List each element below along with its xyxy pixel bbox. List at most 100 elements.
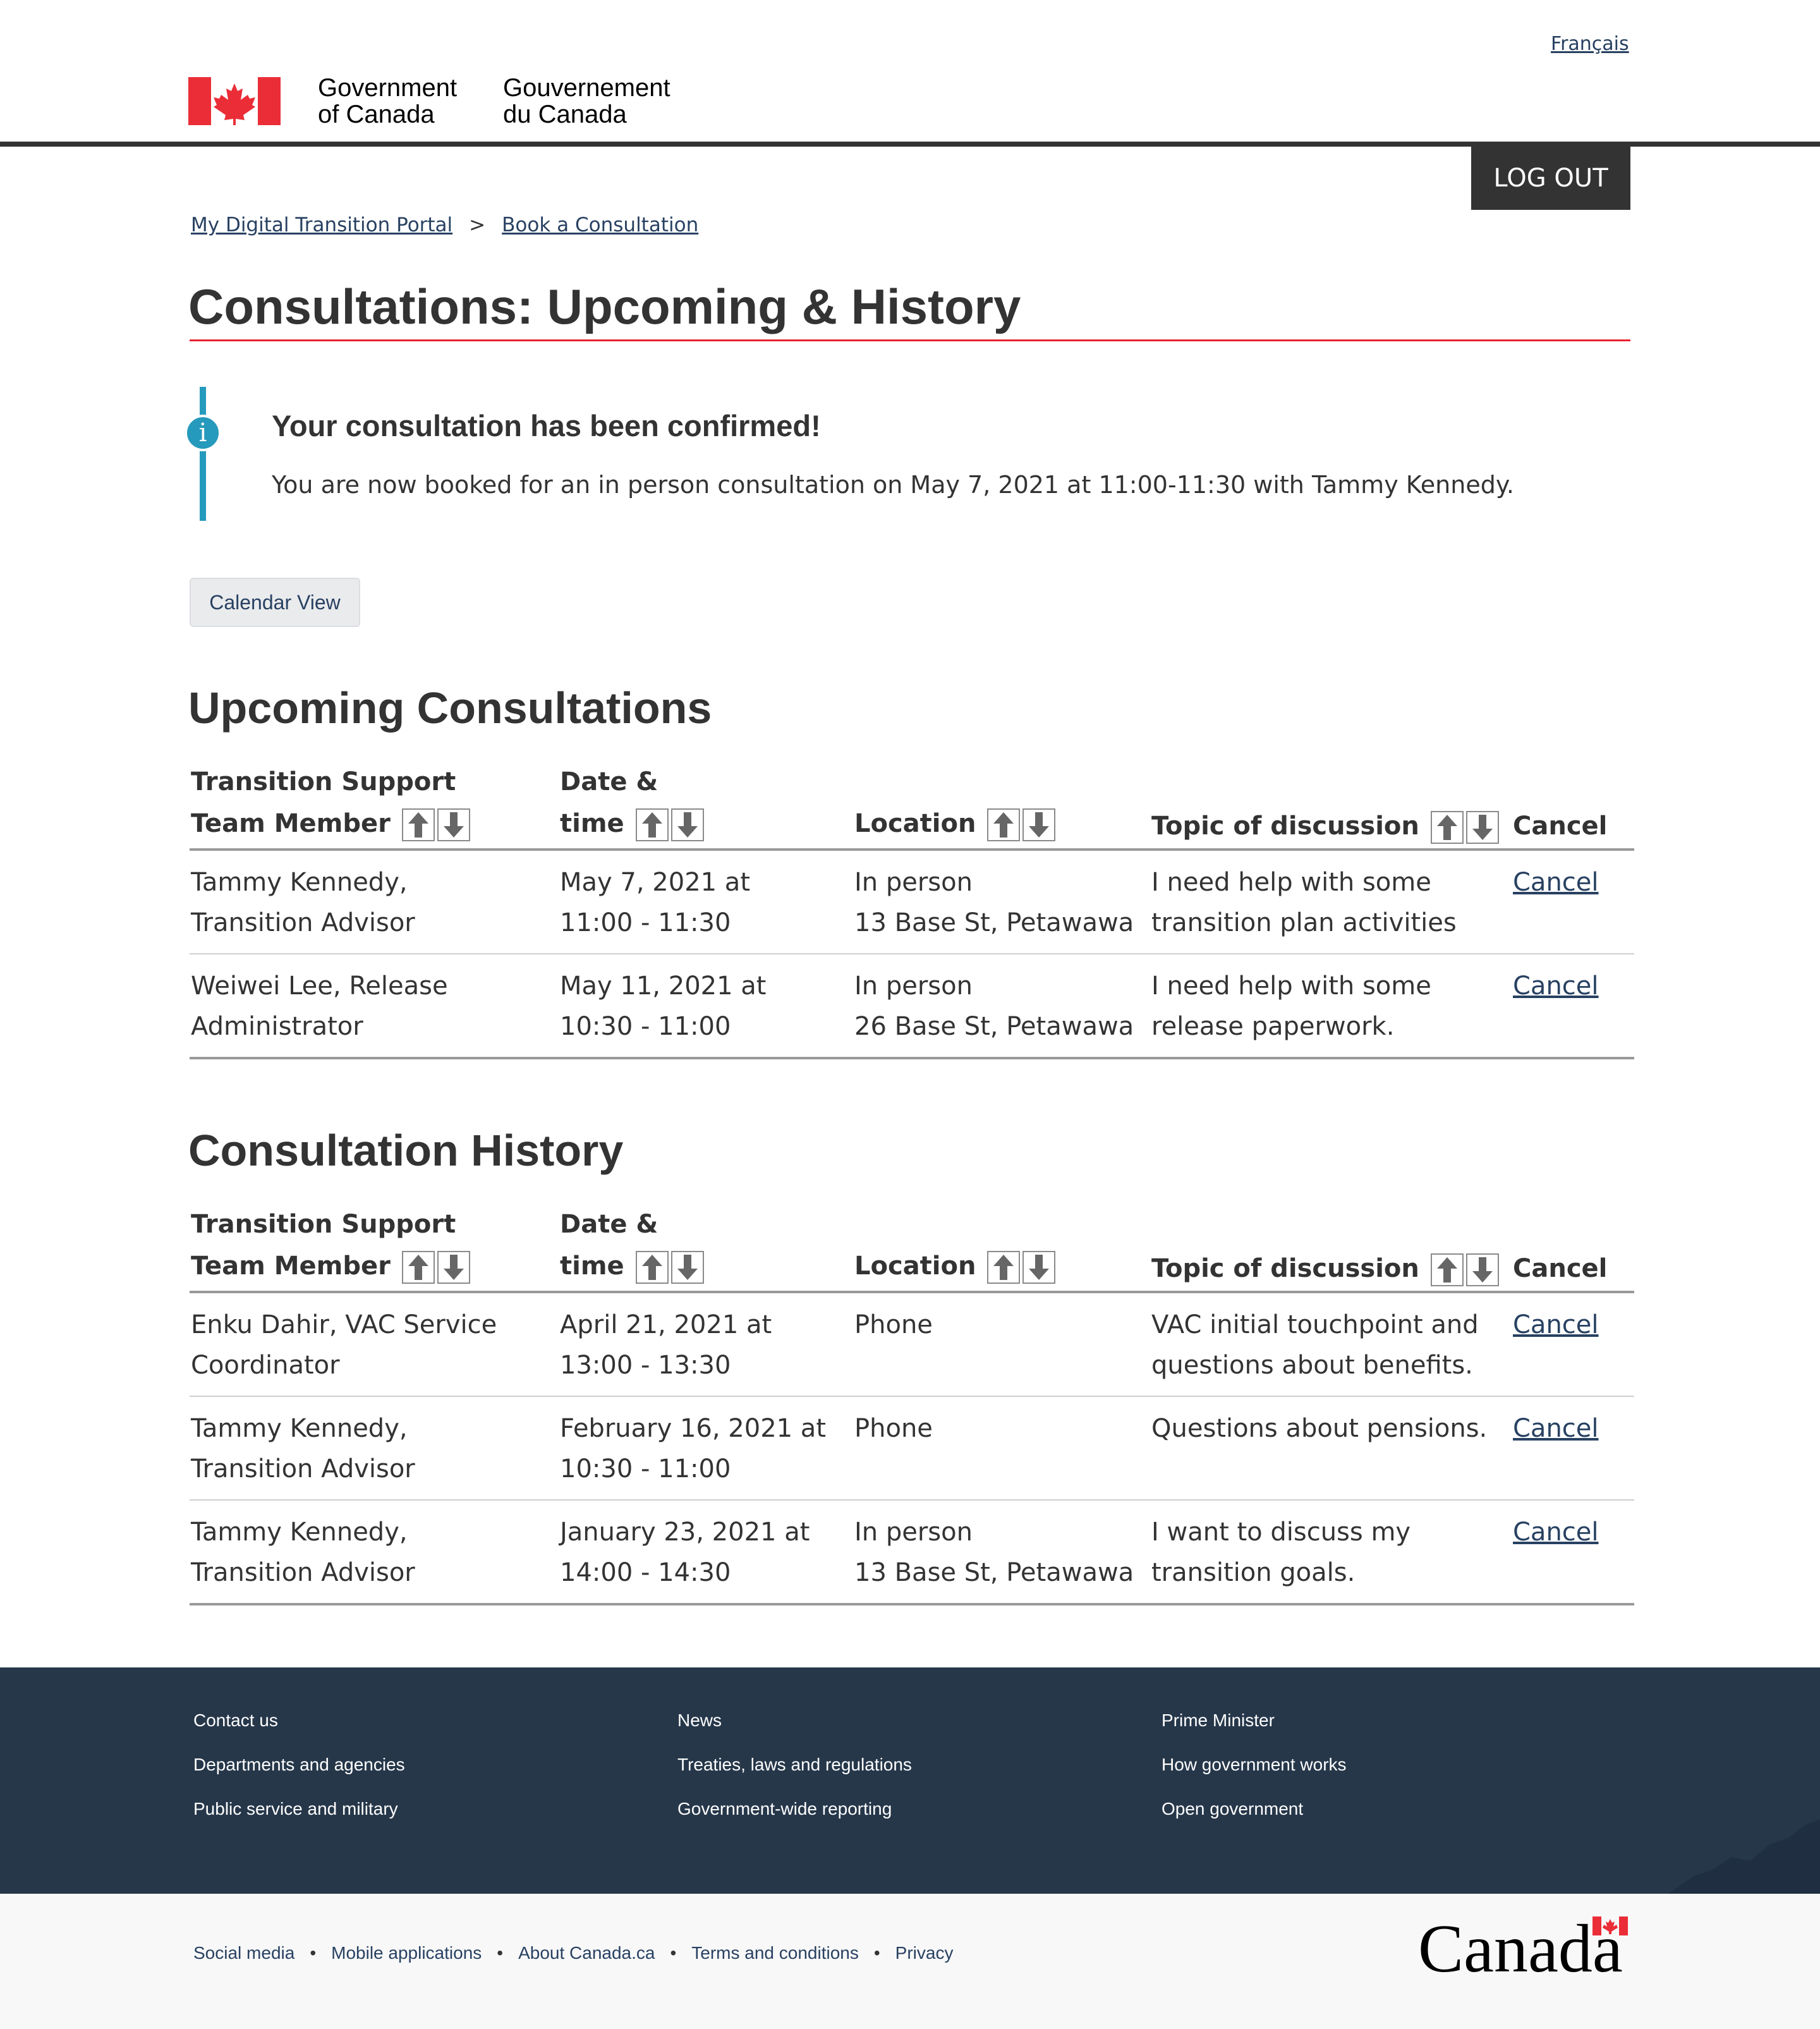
cell-location: In person 13 Base St, Petawawa [854,868,1134,937]
footer-mobile-apps-link[interactable]: Mobile applications [331,1943,482,1963]
alert-accent-bar [200,387,206,521]
cell-cancel: Cancel [1513,966,1599,1006]
cell-cancel: Cancel [1513,1512,1599,1552]
table-row: Tammy Kennedy, Transition Advisor Februar… [190,1397,1634,1501]
column-header-member: Transition Support Team Member [191,1203,473,1287]
breadcrumb-separator: > [469,214,486,236]
table-header: Transition Support Team Member Date & ti… [190,761,1634,851]
sort-down-icon[interactable] [1022,1251,1056,1284]
footer-separator: • [873,1943,880,1963]
cancel-link[interactable]: Cancel [1513,1414,1599,1443]
footer-privacy-link[interactable]: Privacy [895,1943,954,1963]
cancel-link[interactable]: Cancel [1513,972,1599,1001]
table-row: Tammy Kennedy, Transition Advisor May 7, … [190,851,1634,954]
history-heading: Consultation History [188,1126,624,1175]
footer-link[interactable]: Public service and military [193,1799,398,1819]
column-header-label: Date & [560,1210,658,1239]
alert-message: You are now booked for an in person cons… [272,471,1514,499]
footer-link[interactable]: Government-wide reporting [677,1799,892,1819]
gov-en-line1: Government [318,74,458,102]
footer-separator: • [670,1943,677,1963]
logout-button[interactable]: LOG OUT [1471,147,1630,210]
cell-topic: I need help with some transition plan act… [1151,868,1457,937]
cell-topic: I need help with some release paperwork. [1151,972,1431,1041]
column-header-label: Cancel [1513,1254,1608,1283]
maple-leaf-flag-icon [188,77,281,125]
column-header-label: Transition Support [191,767,456,796]
sort-down-icon[interactable] [437,1251,470,1284]
table-row: Weiwei Lee, Release Administrator May 11,… [190,954,1634,1059]
cell-date: February 16, 2021 at 10:30 - 11:00 [560,1414,826,1484]
history-table: Transition Support Team Member Date & ti… [190,1203,1634,1606]
footer-bottom-links: Social media • Mobile applications • Abo… [193,1943,953,1963]
column-header-location: Location [854,803,1058,844]
sort-down-icon[interactable] [670,1251,704,1284]
footer-link[interactable]: Departments and agencies [193,1755,405,1775]
cell-date: January 23, 2021 at 14:00 - 14:30 [560,1518,810,1587]
language-toggle-link[interactable]: Français [1551,33,1629,55]
table-row: Tammy Kennedy, Transition Advisor January… [190,1501,1634,1606]
government-of-canada-fr: Gouvernement du Canada [503,75,670,128]
sort-up-icon[interactable] [1430,811,1464,844]
column-header-label: Topic of discussion [1151,1254,1419,1283]
gov-fr-line1: Gouvernement [503,74,670,102]
cancel-link[interactable]: Cancel [1513,868,1599,897]
table-row: Enku Dahir, VAC Service Coordinator April… [190,1293,1634,1397]
column-header-label: Team Member [191,809,391,838]
cell-topic: VAC initial touchpoint and questions abou… [1151,1310,1479,1380]
gov-en-line2: of Canada [318,101,435,128]
sort-up-icon[interactable] [401,808,435,841]
sort-up-icon[interactable] [635,1251,669,1284]
column-header-label: Location [854,1252,976,1281]
sort-up-icon[interactable] [987,808,1021,841]
cell-date: May 7, 2021 at 11:00 - 11:30 [560,868,750,937]
sort-down-icon[interactable] [670,808,704,841]
sort-up-icon[interactable] [635,808,669,841]
sort-up-icon[interactable] [987,1251,1021,1284]
footer-link[interactable]: Treaties, laws and regulations [677,1755,912,1775]
breadcrumb-book-link[interactable]: Book a Consultation [502,214,698,236]
footer-link[interactable]: Contact us [193,1710,278,1731]
column-header-label: Location [854,809,976,838]
cell-date: April 21, 2021 at 13:00 - 13:30 [560,1310,772,1380]
column-header-member: Transition Support Team Member [191,761,473,844]
alert-title: Your consultation has been confirmed! [272,409,821,442]
footer-separator: • [497,1943,504,1963]
sort-down-icon[interactable] [1022,808,1056,841]
page-title: Consultations: Upcoming & History [188,279,1021,334]
title-underline [190,339,1630,341]
column-header-location: Location [854,1245,1058,1287]
sort-down-icon[interactable] [437,808,470,841]
footer-terms-link[interactable]: Terms and conditions [691,1943,859,1963]
cell-topic: I want to discuss my transition goals. [1151,1518,1411,1587]
footer-link[interactable]: Prime Minister [1162,1710,1275,1731]
column-header-label: time [560,809,624,838]
cancel-link[interactable]: Cancel [1513,1310,1599,1339]
government-of-canada-en: Government of Canada [318,75,457,128]
footer-about-link[interactable]: About Canada.ca [518,1943,655,1963]
footer-link[interactable]: News [677,1710,722,1731]
column-header-label: Transition Support [191,1210,456,1239]
sort-down-icon[interactable] [1465,1253,1499,1286]
breadcrumb: My Digital Transition Portal > Book a Co… [191,214,698,236]
gov-fr-line2: du Canada [503,101,627,128]
calendar-view-button[interactable]: Calendar View [190,578,360,627]
column-header-cancel: Cancel [1513,1248,1607,1289]
cancel-link[interactable]: Cancel [1513,1518,1599,1547]
cell-location: In person 26 Base St, Petawawa [854,972,1134,1041]
column-header-topic: Topic of discussion [1151,1248,1502,1289]
breadcrumb-portal-link[interactable]: My Digital Transition Portal [191,214,452,236]
column-header-topic: Topic of discussion [1151,805,1502,847]
sort-down-icon[interactable] [1465,811,1499,844]
column-header-date: Date & time [560,1203,707,1287]
footer-link[interactable]: How government works [1162,1755,1347,1775]
footer-separator: • [310,1943,317,1963]
cell-location: In person 13 Base St, Petawawa [854,1518,1134,1587]
sort-up-icon[interactable] [1430,1253,1464,1286]
column-header-label: time [560,1252,624,1281]
footer-link[interactable]: Open government [1162,1799,1303,1819]
footer-social-media-link[interactable]: Social media [193,1943,294,1963]
cell-member: Tammy Kennedy, Transition Advisor [191,1518,415,1587]
sort-up-icon[interactable] [401,1251,435,1284]
cell-cancel: Cancel [1513,862,1599,903]
